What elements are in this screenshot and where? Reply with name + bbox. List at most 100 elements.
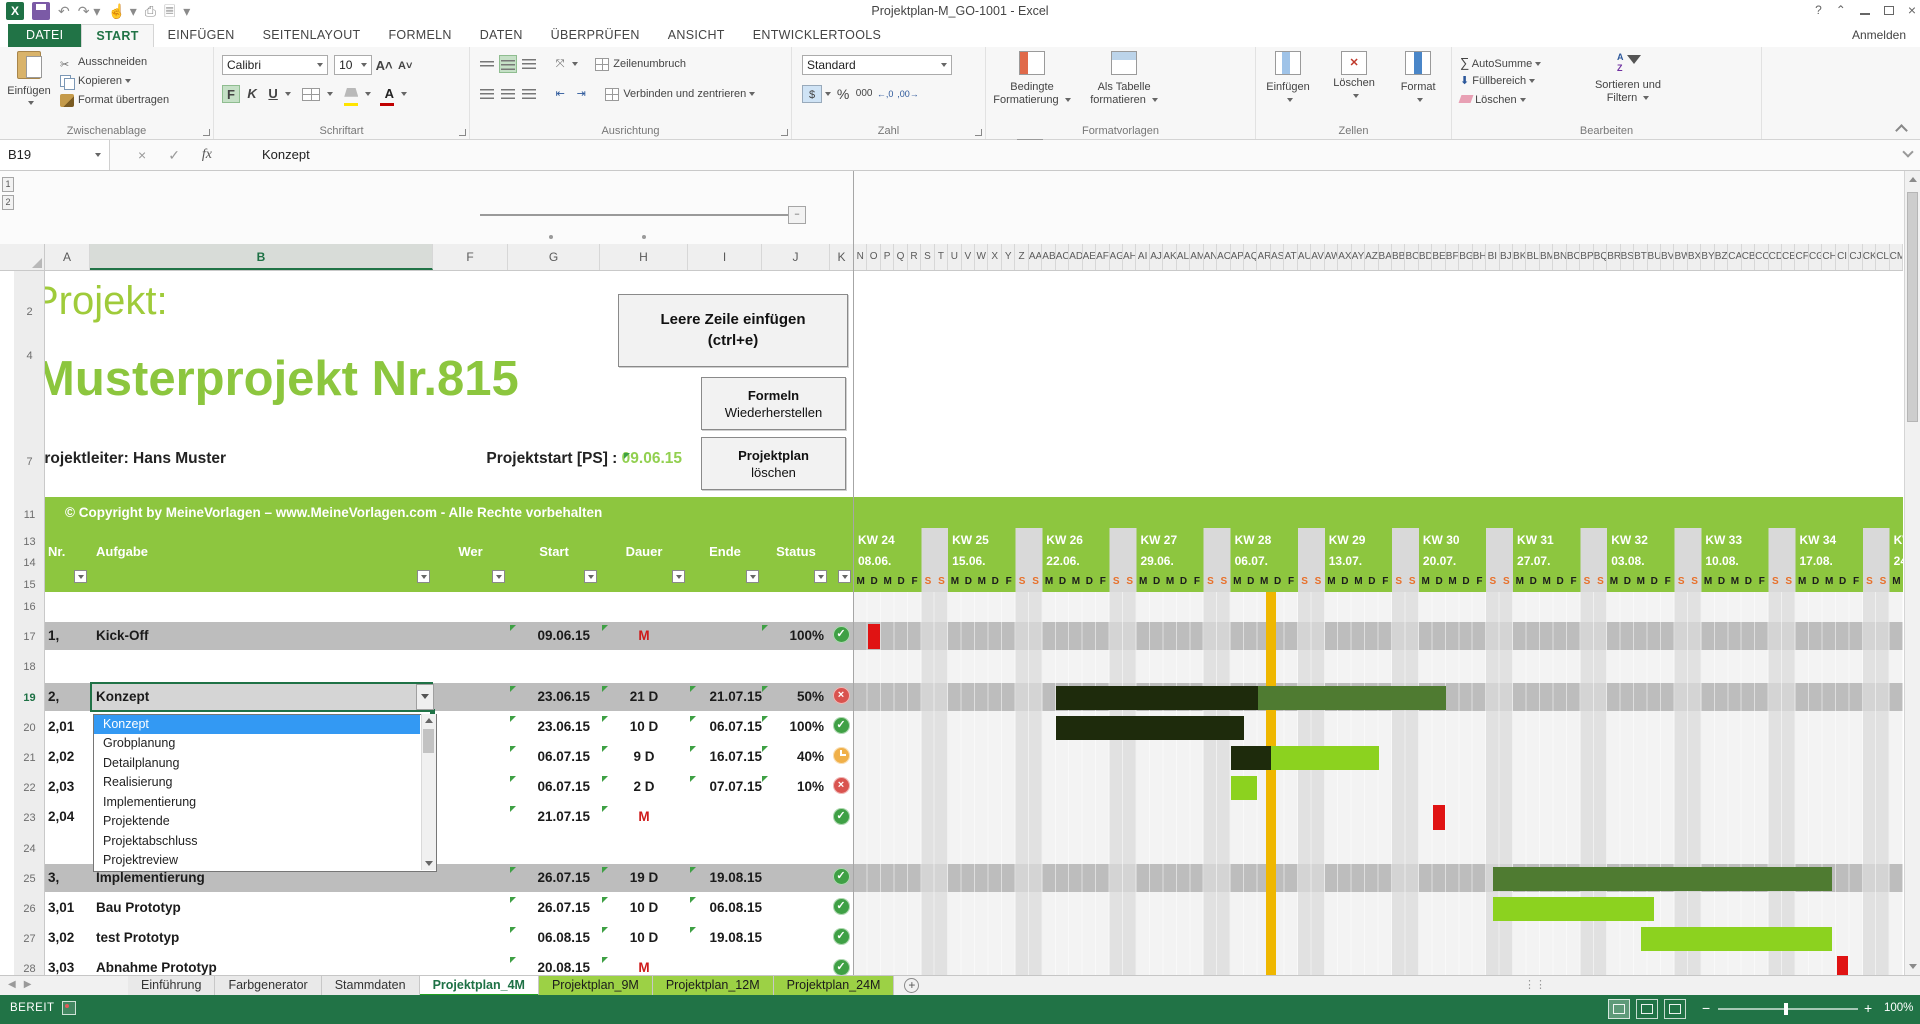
cell-status[interactable]: 10% (760, 773, 824, 801)
page-layout-view-icon[interactable] (1636, 999, 1658, 1019)
row-number-24[interactable]: 24 (14, 834, 45, 864)
sheet-tab-stammdaten[interactable]: Stammdaten (322, 976, 420, 996)
filter-button[interactable] (74, 570, 87, 583)
column-header-CI[interactable]: CI (1836, 244, 1849, 270)
column-header-AY[interactable]: AY (1352, 244, 1365, 270)
vertical-scrollbar[interactable] (1904, 171, 1920, 975)
sheet-tab-projektplan_12m[interactable]: Projektplan_12M (653, 976, 774, 996)
orientation-icon[interactable]: ⤧ (551, 55, 569, 73)
dropdown-item[interactable]: Detailplanung (94, 754, 420, 774)
column-header-BC[interactable]: BC (1405, 244, 1418, 270)
column-header-AG[interactable]: AG (1110, 244, 1123, 270)
cell-start[interactable]: 20.08.15 (508, 954, 590, 975)
column-header-BX[interactable]: BX (1688, 244, 1701, 270)
row-number-14[interactable]: 14 (14, 553, 45, 573)
grow-font-button[interactable]: A˄ (375, 57, 393, 75)
page-break-view-icon[interactable] (1664, 999, 1686, 1019)
font-family-combo[interactable]: Calibri (222, 55, 328, 75)
insert-cells-button[interactable]: Einfügen (1256, 47, 1320, 135)
format-as-table-button[interactable]: Als Tabelleformatieren (1081, 47, 1167, 135)
decrease-indent-icon[interactable]: ⇤ (551, 85, 569, 103)
cell-start[interactable]: 23.06.15 (508, 683, 590, 711)
cell-task[interactable]: Bau Prototyp (96, 894, 430, 922)
column-header-G[interactable]: G (508, 244, 600, 270)
column-header-X[interactable]: X (989, 244, 1002, 270)
zoom-in-icon[interactable]: + (1864, 1000, 1872, 1016)
comma-style-icon[interactable]: 000 (855, 85, 873, 103)
row-number-18[interactable]: 18 (14, 652, 45, 682)
font-color-button[interactable]: A (380, 85, 398, 103)
column-header-F[interactable]: F (433, 244, 508, 270)
cell-nr[interactable]: 2,03 (48, 773, 92, 801)
scroll-up-icon[interactable] (425, 718, 433, 723)
align-right-icon[interactable] (520, 85, 538, 103)
column-header-AC[interactable]: AC (1056, 244, 1069, 270)
column-header-BK[interactable]: BK (1513, 244, 1526, 270)
row-number-2[interactable]: 2 (14, 302, 45, 322)
column-header-AJ[interactable]: AJ (1150, 244, 1163, 270)
align-bottom-icon[interactable] (520, 55, 538, 73)
clear-plan-button[interactable]: Projektplanlöschen (701, 437, 846, 490)
column-header-AR[interactable]: AR (1258, 244, 1271, 270)
cell-ende[interactable]: 07.07.15 (688, 773, 762, 801)
prev-sheet-icon[interactable]: ◀ (8, 979, 24, 990)
row-number-27[interactable]: 27 (14, 924, 45, 954)
row-number-25[interactable]: 25 (14, 864, 45, 894)
ribbon-display-icon[interactable]: ⌃ (1836, 3, 1846, 17)
cell-nr[interactable]: 2,02 (48, 743, 92, 771)
clipboard-dialog-launcher[interactable] (203, 129, 210, 136)
column-header-AH[interactable]: AH (1123, 244, 1136, 270)
column-header-BW[interactable]: BW (1674, 244, 1687, 270)
column-header-CC[interactable]: CC (1755, 244, 1768, 270)
column-header-AP[interactable]: AP (1231, 244, 1244, 270)
zoom-slider[interactable] (1718, 1008, 1858, 1010)
sort-filter-button[interactable]: AZ Sortieren undFiltern (1578, 47, 1678, 135)
column-header-AL[interactable]: AL (1177, 244, 1190, 270)
cell-task[interactable]: test Prototyp (96, 924, 430, 952)
increase-decimal-icon[interactable]: ←,0 (876, 85, 894, 103)
column-header-BP[interactable]: BP (1580, 244, 1593, 270)
dropdown-item[interactable]: Grobplanung (94, 734, 420, 754)
dropdown-scroll-thumb[interactable] (423, 729, 434, 753)
column-header-AF[interactable]: AF (1096, 244, 1109, 270)
ribbon-tab-formeln[interactable]: FORMELN (374, 24, 465, 47)
column-header-CG[interactable]: CG (1809, 244, 1822, 270)
cell-task[interactable]: Kick-Off (96, 622, 430, 650)
ribbon-tab-entwicklertools[interactable]: ENTWICKLERTOOLS (739, 24, 895, 47)
collapse-ribbon-icon[interactable] (1895, 124, 1908, 137)
cell-status[interactable] (760, 803, 824, 831)
sign-in-link[interactable]: Anmelden (1852, 28, 1906, 42)
cell-ende[interactable]: 06.07.15 (688, 713, 762, 741)
cell-start[interactable]: 09.06.15 (508, 622, 590, 650)
vertical-scroll-thumb[interactable] (1907, 192, 1918, 422)
column-header-AK[interactable]: AK (1163, 244, 1176, 270)
cell-dauer[interactable]: M (600, 622, 688, 650)
cell-dauer[interactable]: 21 D (600, 683, 688, 711)
cell-dauer[interactable]: M (600, 954, 688, 975)
column-header-O[interactable]: O (867, 244, 880, 270)
font-size-combo[interactable]: 10 (334, 55, 372, 75)
cell-dauer[interactable]: 19 D (600, 864, 688, 892)
filter-button[interactable] (492, 570, 505, 583)
row-number-19[interactable]: 19 (14, 683, 45, 713)
align-middle-icon[interactable] (499, 55, 517, 73)
column-header-S[interactable]: S (921, 244, 934, 270)
column-header-AB[interactable]: AB (1042, 244, 1055, 270)
column-header-AD[interactable]: AD (1069, 244, 1082, 270)
insert-function-icon[interactable]: fx (202, 147, 212, 163)
filter-button[interactable] (814, 570, 827, 583)
cell-nr[interactable]: 3, (48, 864, 92, 892)
cell-ende[interactable]: 16.07.15 (688, 743, 762, 771)
column-header-BS[interactable]: BS (1621, 244, 1634, 270)
column-header-BU[interactable]: BU (1648, 244, 1661, 270)
row-number-11[interactable]: 11 (14, 505, 45, 525)
cell-start[interactable]: 26.07.15 (508, 894, 590, 922)
cell-status[interactable]: 40% (760, 743, 824, 771)
zoom-slider-thumb[interactable] (1784, 1003, 1788, 1015)
column-header-CM[interactable]: CM (1890, 244, 1903, 270)
increase-indent-icon[interactable]: ⇥ (572, 85, 590, 103)
dropdown-scrollbar[interactable] (421, 714, 436, 870)
accounting-format-icon[interactable]: $ (802, 85, 822, 103)
column-header-AO[interactable]: AO (1217, 244, 1230, 270)
cell-dauer[interactable]: 2 D (600, 773, 688, 801)
